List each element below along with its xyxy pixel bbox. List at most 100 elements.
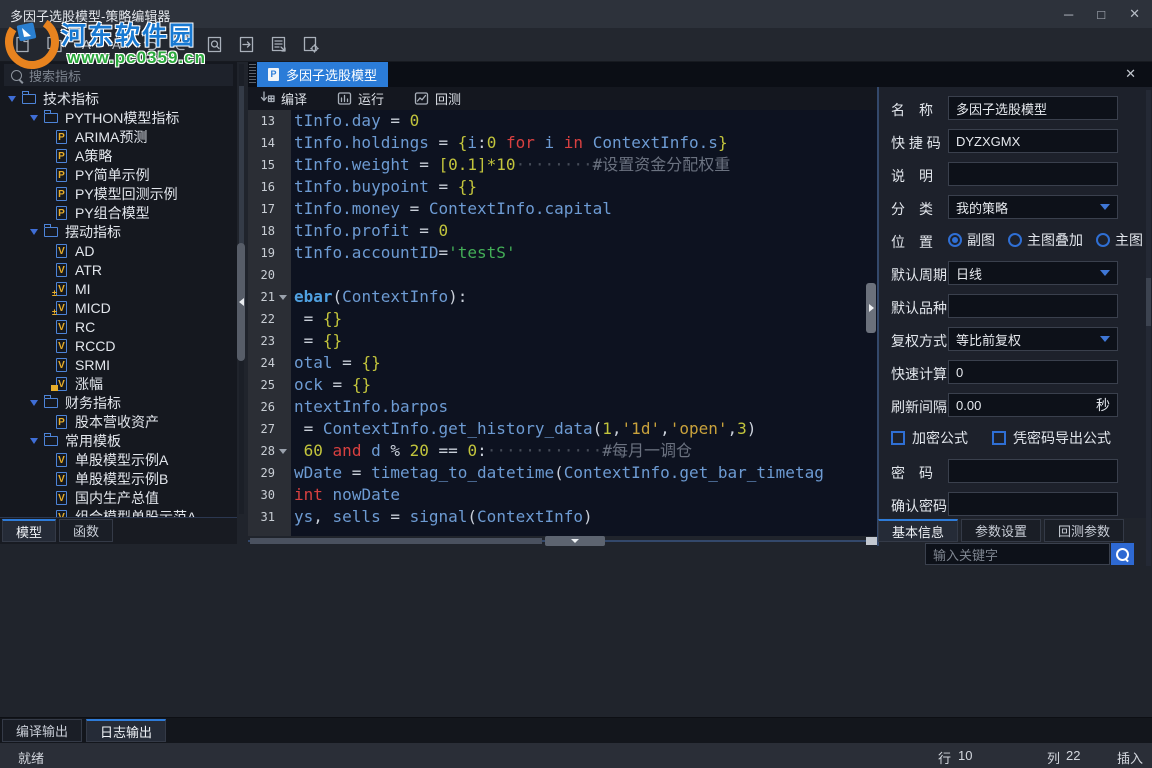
property-select[interactable]: 我的策略 bbox=[948, 195, 1118, 219]
property-input[interactable] bbox=[948, 459, 1118, 483]
code-token: tInfo.holdings bbox=[294, 133, 429, 152]
indicator-search-input[interactable]: 搜索指标 bbox=[4, 64, 233, 86]
fold-gutter bbox=[277, 330, 291, 352]
compile-button[interactable]: 编译 bbox=[260, 89, 307, 108]
tree-item[interactable]: V国内生产总值 bbox=[0, 488, 232, 507]
hscroll-thumb[interactable] bbox=[250, 538, 542, 544]
tree-item[interactable]: PA策略 bbox=[0, 146, 232, 165]
property-input[interactable]: 0.00秒 bbox=[948, 393, 1118, 417]
tree-item[interactable]: 摆动指标 bbox=[0, 222, 232, 241]
property-row: 默认品种 bbox=[879, 294, 1152, 318]
radio-option[interactable]: 主图叠加 bbox=[1008, 230, 1083, 250]
expander-arrow-icon[interactable] bbox=[30, 115, 38, 121]
redo-icon[interactable] bbox=[172, 34, 193, 55]
keyword-search-button[interactable] bbox=[1111, 543, 1134, 565]
tree-item[interactable]: PPY模型回测示例 bbox=[0, 184, 232, 203]
bottom-panel-collapse-handle[interactable] bbox=[545, 536, 605, 546]
tree-item[interactable]: VRCCD bbox=[0, 336, 232, 355]
code-line: 27 = ContextInfo.get_history_data(1,'1d'… bbox=[248, 418, 878, 440]
new-file-icon[interactable] bbox=[12, 34, 33, 55]
maximize-button[interactable]: □ bbox=[1097, 7, 1105, 22]
tree-item[interactable]: PPY简单示例 bbox=[0, 165, 232, 184]
tree-item[interactable]: PARIMA预测 bbox=[0, 127, 232, 146]
tree-item[interactable]: V组合模型单股示范A bbox=[0, 507, 232, 517]
property-select[interactable]: 日线 bbox=[948, 261, 1118, 285]
property-select[interactable]: 等比前复权 bbox=[948, 327, 1118, 351]
inspector-tab-3[interactable]: 回测参数 bbox=[1044, 519, 1124, 542]
tab-close-icon[interactable]: ✕ bbox=[1125, 67, 1136, 81]
radio-option[interactable]: 副图 bbox=[948, 230, 995, 250]
checkbox-icon[interactable] bbox=[891, 431, 905, 445]
tree-item-label: RCCD bbox=[75, 338, 115, 354]
tree-item[interactable]: V±MI bbox=[0, 279, 232, 298]
code-editor[interactable]: 13tInfo.day = 014tInfo.holdings = {i:0 f… bbox=[248, 110, 878, 536]
inspector-tab-1[interactable]: 基本信息 bbox=[878, 519, 958, 542]
run-button[interactable]: 运行 bbox=[337, 89, 384, 108]
expander-arrow-icon[interactable] bbox=[8, 96, 16, 102]
property-input[interactable] bbox=[948, 162, 1118, 186]
tree-item[interactable]: PYTHON模型指标 bbox=[0, 108, 232, 127]
fold-arrow-icon[interactable] bbox=[277, 440, 291, 462]
radio-option[interactable]: 主图 bbox=[1096, 230, 1143, 250]
tree-item[interactable]: V±MICD bbox=[0, 298, 232, 317]
export-icon[interactable] bbox=[236, 34, 257, 55]
inspector-tab-2[interactable]: 参数设置 bbox=[961, 519, 1041, 542]
tree-item[interactable]: VRC bbox=[0, 317, 232, 336]
undo-icon[interactable] bbox=[140, 34, 161, 55]
keyword-search-input[interactable]: 输入关键字 bbox=[925, 543, 1110, 565]
tree-item[interactable]: 常用模板 bbox=[0, 431, 232, 450]
output-tab-2[interactable]: 日志输出 bbox=[86, 719, 166, 742]
document-settings-icon[interactable] bbox=[300, 34, 321, 55]
close-button[interactable]: ✕ bbox=[1129, 6, 1140, 22]
property-input[interactable] bbox=[948, 492, 1118, 516]
expander-arrow-icon[interactable] bbox=[30, 229, 38, 235]
property-input[interactable]: 0 bbox=[948, 360, 1118, 384]
checkbox-icon[interactable] bbox=[992, 431, 1006, 445]
inspector-scrollbar[interactable] bbox=[1146, 90, 1151, 566]
radio-icon[interactable] bbox=[1008, 233, 1022, 247]
radio-selected-icon[interactable] bbox=[948, 233, 962, 247]
checkbox-option[interactable]: 加密公式 bbox=[891, 428, 968, 448]
tree-item[interactable]: 技术指标 bbox=[0, 89, 232, 108]
checkbox-option[interactable]: 凭密码导出公式 bbox=[992, 428, 1111, 448]
font-increase-icon[interactable]: A+ bbox=[108, 34, 129, 55]
status-col-label: 列 bbox=[1047, 748, 1060, 767]
run-icon bbox=[337, 91, 352, 106]
search-document-icon[interactable] bbox=[204, 34, 225, 55]
minimize-button[interactable]: ─ bbox=[1064, 7, 1073, 22]
code-token: { bbox=[458, 133, 468, 152]
tree-item[interactable]: 财务指标 bbox=[0, 393, 232, 412]
backtest-button[interactable]: 回测 bbox=[414, 89, 461, 108]
tree-item[interactable]: VSRMI bbox=[0, 355, 232, 374]
tree-item[interactable]: V涨幅 bbox=[0, 374, 232, 393]
font-decrease-icon[interactable]: A bbox=[76, 34, 97, 55]
expander-arrow-icon[interactable] bbox=[30, 400, 38, 406]
property-input[interactable]: DYZXGMX bbox=[948, 129, 1118, 153]
tree-item[interactable]: P股本营收资产 bbox=[0, 412, 232, 431]
code-token: ············ bbox=[487, 441, 603, 460]
tree-item[interactable]: V单股模型示例B bbox=[0, 469, 232, 488]
property-value: DYZXGMX bbox=[956, 134, 1020, 149]
copy-icon[interactable] bbox=[44, 34, 65, 55]
editor-tab-active[interactable]: P 多因子选股模型 bbox=[257, 62, 388, 87]
property-input[interactable] bbox=[948, 294, 1118, 318]
script-icon[interactable] bbox=[268, 34, 289, 55]
tree-item[interactable]: PPY组合模型 bbox=[0, 203, 232, 222]
property-label: 默认周期 bbox=[891, 265, 947, 285]
tree-item[interactable]: V单股模型示例A bbox=[0, 450, 232, 469]
inspector-collapse-handle[interactable] bbox=[866, 283, 876, 333]
fold-arrow-icon[interactable] bbox=[277, 286, 291, 308]
property-input[interactable]: 多因子选股模型 bbox=[948, 96, 1118, 120]
sidebar-collapse-handle[interactable] bbox=[237, 243, 245, 361]
file-letter: V bbox=[58, 322, 65, 333]
tabbar-grip-handle[interactable] bbox=[249, 64, 256, 85]
tree-item[interactable]: VATR bbox=[0, 260, 232, 279]
property-value: 0 bbox=[956, 365, 963, 380]
output-tab-1[interactable]: 编译输出 bbox=[2, 719, 82, 742]
radio-icon[interactable] bbox=[1096, 233, 1110, 247]
expander-arrow-icon[interactable] bbox=[30, 438, 38, 444]
sidebar-tab-1[interactable]: 模型 bbox=[2, 519, 56, 542]
property-label: 复权方式 bbox=[891, 331, 947, 351]
tree-item[interactable]: VAD bbox=[0, 241, 232, 260]
sidebar-tab-2[interactable]: 函数 bbox=[59, 519, 113, 542]
